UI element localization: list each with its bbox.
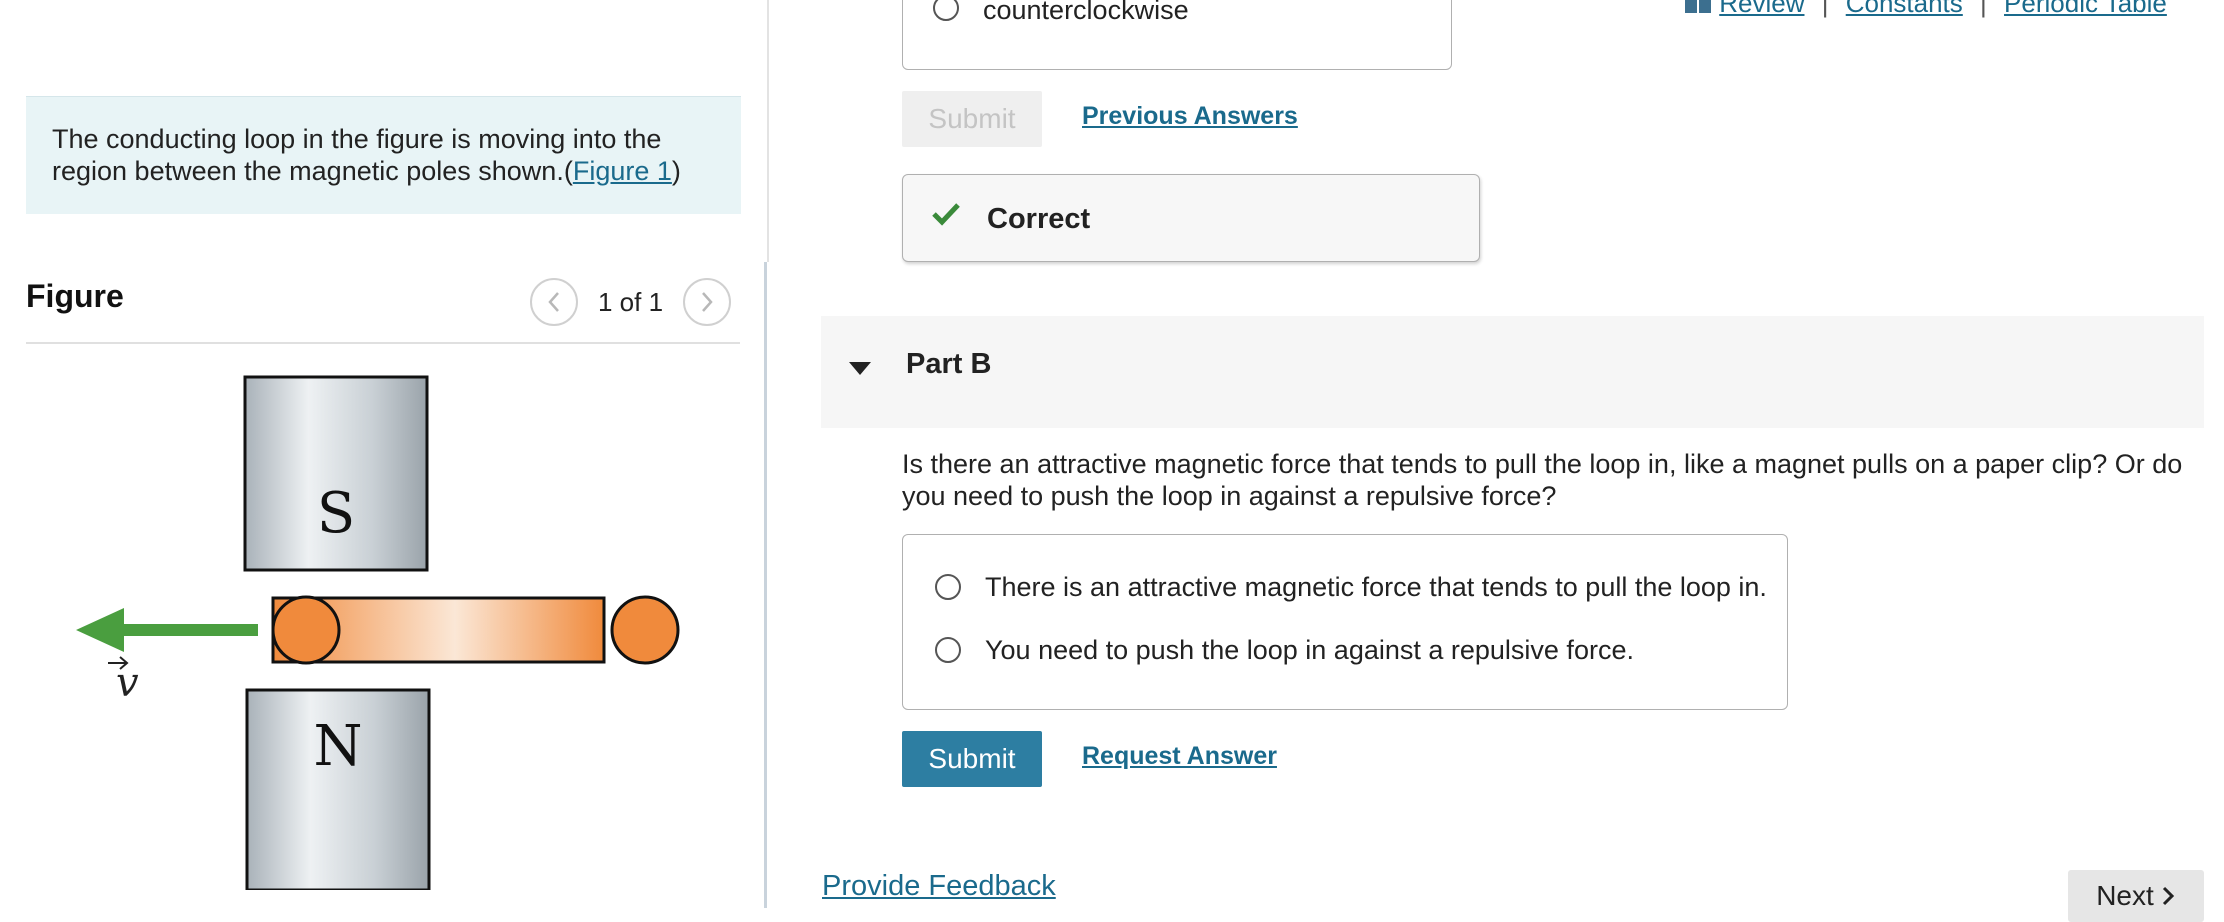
option-attractive[interactable]: There is an attractive magnetic force th… [935,571,1767,603]
prompt-text: The conducting loop in the figure is mov… [52,124,662,186]
prompt-close: ) [671,156,681,186]
velocity-arrow-icon [76,608,258,652]
part-b-question: Is there an attractive magnetic force th… [902,449,2183,511]
part-b-options: There is an attractive magnetic force th… [902,534,1788,710]
problem-prompt: The conducting loop in the figure is mov… [26,96,741,214]
option-label: counterclockwise [983,0,1189,25]
next-button[interactable]: Next [2068,870,2204,922]
left-panel: The conducting loop in the figure is mov… [0,0,768,908]
svg-text:v: v [116,660,139,706]
north-pole-label: N [314,714,363,779]
book-icon [1685,0,1711,14]
chevron-left-icon [548,292,559,312]
figure-title: Figure [26,278,124,314]
constants-link[interactable]: Constants [1846,0,1963,18]
checkmark-icon [932,203,960,226]
figure-page-count: 1 of 1 [598,286,664,317]
part-a-submit-button: Submit [902,91,1042,147]
previous-answers-link[interactable]: Previous Answers [1082,102,1298,131]
link-separator: | [1821,0,1829,18]
radio-button[interactable] [935,637,961,663]
radio-button[interactable] [935,574,961,600]
option-repulsive[interactable]: You need to push the loop in against a r… [935,634,1634,666]
option-label: You need to push the loop in against a r… [985,634,1634,665]
north-pole: N [245,688,431,890]
periodic-table-link[interactable]: Periodic Table [2004,0,2167,18]
figure-pager: 1 of 1 [530,276,732,328]
chevron-right-icon [2162,886,2174,906]
next-label: Next [2096,880,2154,911]
radio-counterclockwise[interactable] [933,0,959,21]
part-b-header[interactable]: Part B [821,316,2204,428]
correct-feedback: Correct [902,174,1480,262]
south-pole-label: S [317,481,355,546]
provide-feedback-link[interactable]: Provide Feedback [822,870,1056,903]
velocity-label: v [108,656,139,706]
conducting-loop [271,595,680,665]
figure-divider [26,342,740,344]
part-b-title: Part B [906,348,992,380]
part-b-submit-button[interactable]: Submit [902,731,1042,787]
request-answer-link[interactable]: Request Answer [1082,742,1277,771]
previous-figure-button[interactable] [530,278,578,326]
south-pole: S [243,375,429,572]
review-link[interactable]: Review [1719,0,1804,18]
panel-divider [767,0,769,262]
panel-divider-resize-handle[interactable] [764,262,767,908]
figure-link[interactable]: Figure 1 [573,156,672,186]
correct-label: Correct [987,203,1091,235]
next-figure-button[interactable] [683,278,732,326]
link-separator: | [1980,0,1987,18]
magnet-loop-figure: S N v [76,375,680,890]
option-label: There is an attractive magnetic force th… [985,571,1767,602]
caret-down-icon [849,362,871,375]
resource-links: Review | Constants | Periodic Table [1684,0,2167,19]
chevron-right-icon [702,292,713,312]
part-a-options: counterclockwise [902,0,1452,70]
